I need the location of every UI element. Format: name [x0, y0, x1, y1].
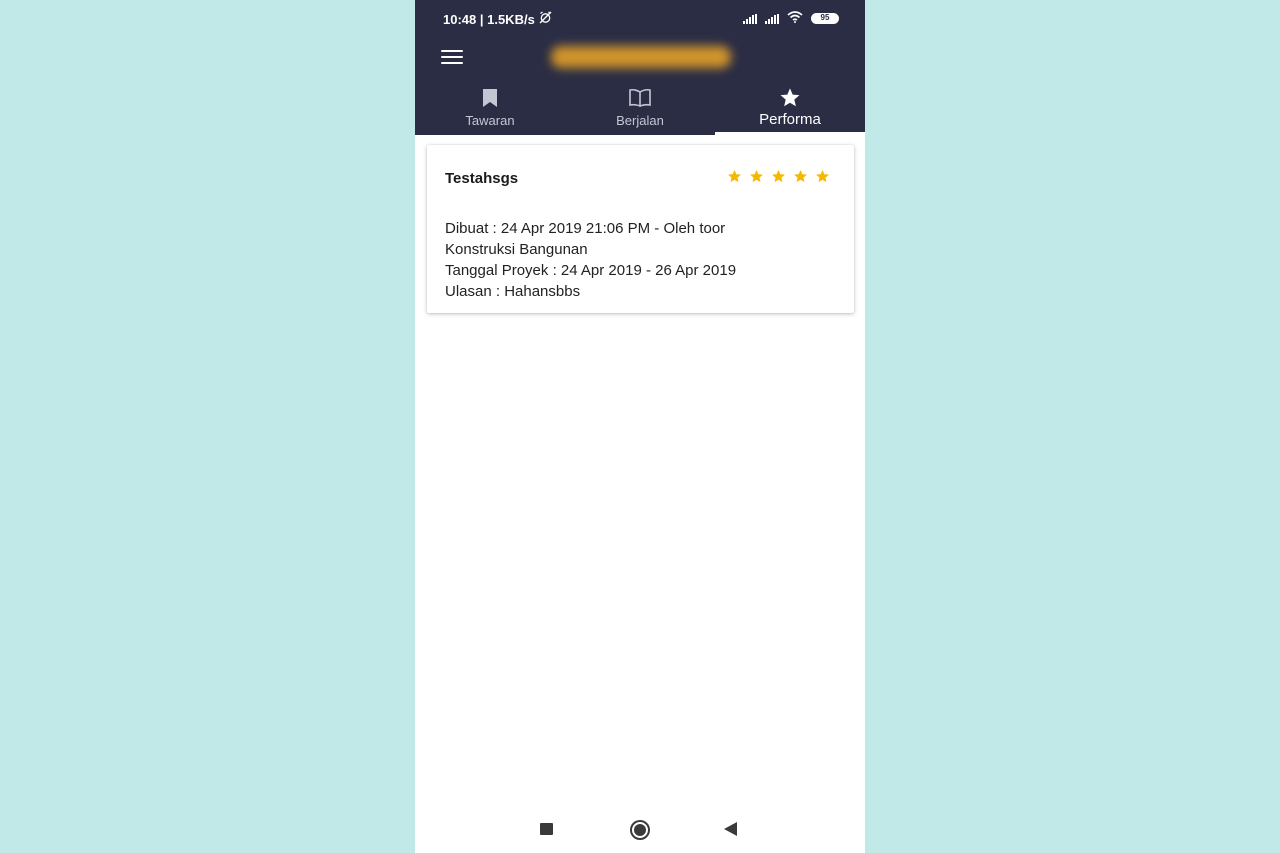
battery-icon: 95	[811, 13, 839, 24]
rating-star-icon	[772, 169, 785, 183]
star-icon	[779, 86, 801, 110]
content-area: Testahsgs Dibuat : 24 Apr 2019 21:06 PM …	[415, 135, 865, 805]
status-time-speed: 10:48 | 1.5KB/s	[443, 11, 535, 27]
tab-tawaran[interactable]: Tawaran	[415, 80, 565, 135]
tab-label: Tawaran	[465, 113, 515, 128]
recent-apps-button[interactable]	[540, 823, 553, 835]
app-bar	[415, 36, 865, 80]
tab-label: Performa	[759, 111, 821, 128]
review-title: Testahsgs	[445, 170, 519, 187]
tab-label: Berjalan	[616, 113, 664, 128]
hamburger-icon	[441, 50, 463, 52]
review-created: Dibuat : 24 Apr 2019 21:06 PM - Oleh too…	[445, 220, 726, 237]
tab-berjalan[interactable]: Berjalan	[565, 80, 715, 135]
rating-star-icon	[794, 169, 807, 183]
review-details: Dibuat : 24 Apr 2019 21:06 PM - Oleh too…	[445, 218, 736, 302]
tab-performa[interactable]: Performa	[715, 80, 865, 135]
review-card[interactable]: Testahsgs Dibuat : 24 Apr 2019 21:06 PM …	[427, 145, 854, 313]
home-button[interactable]	[630, 820, 650, 840]
phone-screen: 10:48 | 1.5KB/s 95 Tawaran Berjalan Perf…	[415, 0, 865, 853]
rating-star-icon	[816, 169, 829, 183]
tab-bar: Tawaran Berjalan Performa	[415, 80, 865, 135]
menu-button[interactable]	[441, 50, 463, 66]
alarm-off-icon	[539, 11, 552, 27]
wifi-icon	[787, 11, 803, 26]
back-button[interactable]	[724, 822, 737, 836]
app-title-blurred	[551, 46, 731, 68]
star-rating	[727, 169, 830, 184]
rating-star-icon	[728, 169, 741, 183]
system-nav-bar	[415, 805, 865, 853]
signal-icon	[765, 13, 779, 24]
status-left: 10:48 | 1.5KB/s	[443, 11, 552, 27]
bookmark-icon	[482, 86, 498, 110]
status-right: 95	[743, 11, 839, 26]
rating-star-icon	[750, 169, 763, 183]
signal-icon	[743, 13, 757, 24]
open-book-icon	[628, 86, 652, 110]
review-text: Ulasan : Hahansbbs	[445, 283, 581, 300]
review-project-date: Tanggal Proyek : 24 Apr 2019 - 26 Apr 20…	[445, 262, 737, 279]
header: 10:48 | 1.5KB/s 95 Tawaran Berjalan Perf…	[415, 0, 865, 135]
review-category: Konstruksi Bangunan	[445, 241, 588, 258]
status-bar: 10:48 | 1.5KB/s 95	[415, 0, 865, 36]
